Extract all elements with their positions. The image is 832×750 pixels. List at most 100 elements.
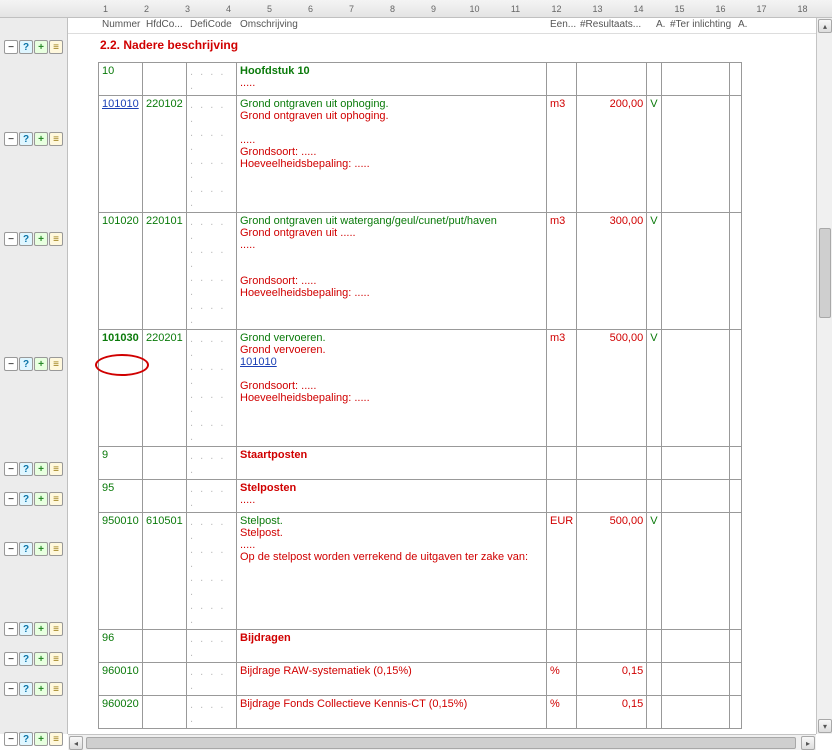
cell-nummer[interactable]: 10 — [99, 63, 143, 96]
q-icon[interactable] — [19, 132, 33, 146]
cell-a1[interactable] — [647, 447, 661, 480]
plus-icon[interactable] — [34, 682, 48, 696]
cell-nummer[interactable]: 101010 — [99, 96, 143, 213]
cell-resultaat[interactable] — [577, 63, 647, 96]
cell-nummer[interactable]: 9 — [99, 447, 143, 480]
cell-eenheid[interactable]: % — [547, 696, 577, 729]
q-icon[interactable] — [19, 492, 33, 506]
cell-a1[interactable] — [647, 663, 661, 696]
plus-icon[interactable] — [34, 40, 48, 54]
cell-a2[interactable] — [729, 447, 741, 480]
plus-icon[interactable] — [34, 132, 48, 146]
q-icon[interactable] — [19, 542, 33, 556]
cell-a1[interactable]: V — [647, 330, 661, 447]
cell-a2[interactable] — [729, 330, 741, 447]
cell-nummer[interactable]: 101030 — [99, 330, 143, 447]
minus-icon[interactable] — [4, 622, 18, 636]
q-icon[interactable] — [19, 652, 33, 666]
cell-a2[interactable] — [729, 513, 741, 630]
cell-omschrijving[interactable]: Bijdrage RAW-systematiek (0,15%) — [237, 663, 547, 696]
minus-icon[interactable] — [4, 652, 18, 666]
cell-terinlichting[interactable] — [661, 630, 729, 663]
cell-terinlichting[interactable] — [661, 696, 729, 729]
cell-a2[interactable] — [729, 480, 741, 513]
cell-terinlichting[interactable] — [661, 480, 729, 513]
plus-icon[interactable] — [34, 232, 48, 246]
q-icon[interactable] — [19, 682, 33, 696]
note-icon[interactable] — [49, 652, 63, 666]
cell-eenheid[interactable]: m3 — [547, 213, 577, 330]
cell-resultaat[interactable]: 200,00 — [577, 96, 647, 213]
cell-deficode[interactable]: . . . . . — [187, 480, 237, 513]
cell-omschrijving[interactable]: Grond ontgraven uit ophoging.Grond ontgr… — [237, 96, 547, 213]
cell-deficode[interactable]: . . . . . — [187, 663, 237, 696]
minus-icon[interactable] — [4, 682, 18, 696]
minus-icon[interactable] — [4, 132, 18, 146]
cell-eenheid[interactable]: EUR — [547, 513, 577, 630]
col-omschrijving[interactable]: Omschrijving — [238, 18, 548, 33]
cell-eenheid[interactable] — [547, 63, 577, 96]
col-deficode[interactable]: DefiCode — [188, 18, 238, 33]
note-icon[interactable] — [49, 40, 63, 54]
plus-icon[interactable] — [34, 492, 48, 506]
q-icon[interactable] — [19, 462, 33, 476]
plus-icon[interactable] — [34, 732, 48, 746]
cell-omschrijving[interactable]: Grond ontgraven uit watergang/geul/cunet… — [237, 213, 547, 330]
col-a1[interactable]: A. — [654, 18, 668, 33]
cell-a2[interactable] — [729, 630, 741, 663]
cell-omschrijving[interactable]: Bijdragen — [237, 630, 547, 663]
minus-icon[interactable] — [4, 732, 18, 746]
cell-terinlichting[interactable] — [661, 330, 729, 447]
cell-omschrijving[interactable]: Stelpost.Stelpost......Op de stelpost wo… — [237, 513, 547, 630]
cell-eenheid[interactable]: m3 — [547, 330, 577, 447]
cell-eenheid[interactable]: % — [547, 663, 577, 696]
cell-deficode[interactable]: . . . . .. . . . .. . . . .. . . . . — [187, 213, 237, 330]
note-icon[interactable] — [49, 132, 63, 146]
plus-icon[interactable] — [34, 542, 48, 556]
table-row[interactable]: 96. . . . .Bijdragen — [99, 630, 742, 663]
cell-deficode[interactable]: . . . . .. . . . .. . . . .. . . . . — [187, 330, 237, 447]
table-row[interactable]: 101020220101. . . . .. . . . .. . . . ..… — [99, 213, 742, 330]
cell-eenheid[interactable] — [547, 630, 577, 663]
cell-terinlichting[interactable] — [661, 663, 729, 696]
cell-omschrijving[interactable]: Bijdrage Fonds Collectieve Kennis-CT (0,… — [237, 696, 547, 729]
horizontal-scroll-thumb[interactable] — [86, 737, 796, 749]
cell-hfdcode[interactable]: 220102 — [143, 96, 187, 213]
cell-resultaat[interactable]: 500,00 — [577, 513, 647, 630]
cell-nummer[interactable]: 960010 — [99, 663, 143, 696]
cell-nummer[interactable]: 960020 — [99, 696, 143, 729]
cell-eenheid[interactable] — [547, 480, 577, 513]
cell-hfdcode[interactable] — [143, 696, 187, 729]
col-nummer[interactable]: Nummer — [100, 18, 144, 33]
cell-eenheid[interactable]: m3 — [547, 96, 577, 213]
minus-icon[interactable] — [4, 40, 18, 54]
cell-hfdcode[interactable] — [143, 447, 187, 480]
minus-icon[interactable] — [4, 232, 18, 246]
cell-resultaat[interactable] — [577, 630, 647, 663]
cell-terinlichting[interactable] — [661, 513, 729, 630]
note-icon[interactable] — [49, 682, 63, 696]
plus-icon[interactable] — [34, 652, 48, 666]
plus-icon[interactable] — [34, 622, 48, 636]
table-row[interactable]: 10. . . . .Hoofdstuk 10..... — [99, 63, 742, 96]
cell-deficode[interactable]: . . . . . — [187, 696, 237, 729]
note-icon[interactable] — [49, 542, 63, 556]
cell-terinlichting[interactable] — [661, 96, 729, 213]
cell-resultaat[interactable]: 500,00 — [577, 330, 647, 447]
cell-a1[interactable] — [647, 696, 661, 729]
cell-hfdcode[interactable] — [143, 663, 187, 696]
cell-hfdcode[interactable]: 610501 — [143, 513, 187, 630]
vertical-scroll-thumb[interactable] — [819, 228, 831, 318]
cell-a1[interactable] — [647, 630, 661, 663]
cell-omschrijving[interactable]: Hoofdstuk 10..... — [237, 63, 547, 96]
cell-hfdcode[interactable] — [143, 630, 187, 663]
table-row[interactable]: 960010 . . . . .Bijdrage RAW-systematiek … — [99, 663, 742, 696]
cell-resultaat[interactable]: 300,00 — [577, 213, 647, 330]
cell-deficode[interactable]: . . . . . — [187, 447, 237, 480]
cell-deficode[interactable]: . . . . . — [187, 630, 237, 663]
cell-nummer[interactable]: 95 — [99, 480, 143, 513]
table-row[interactable]: 960020 . . . . .Bijdrage Fonds Collectiev… — [99, 696, 742, 729]
cell-a1[interactable] — [647, 63, 661, 96]
cell-resultaat[interactable] — [577, 447, 647, 480]
cell-terinlichting[interactable] — [661, 63, 729, 96]
